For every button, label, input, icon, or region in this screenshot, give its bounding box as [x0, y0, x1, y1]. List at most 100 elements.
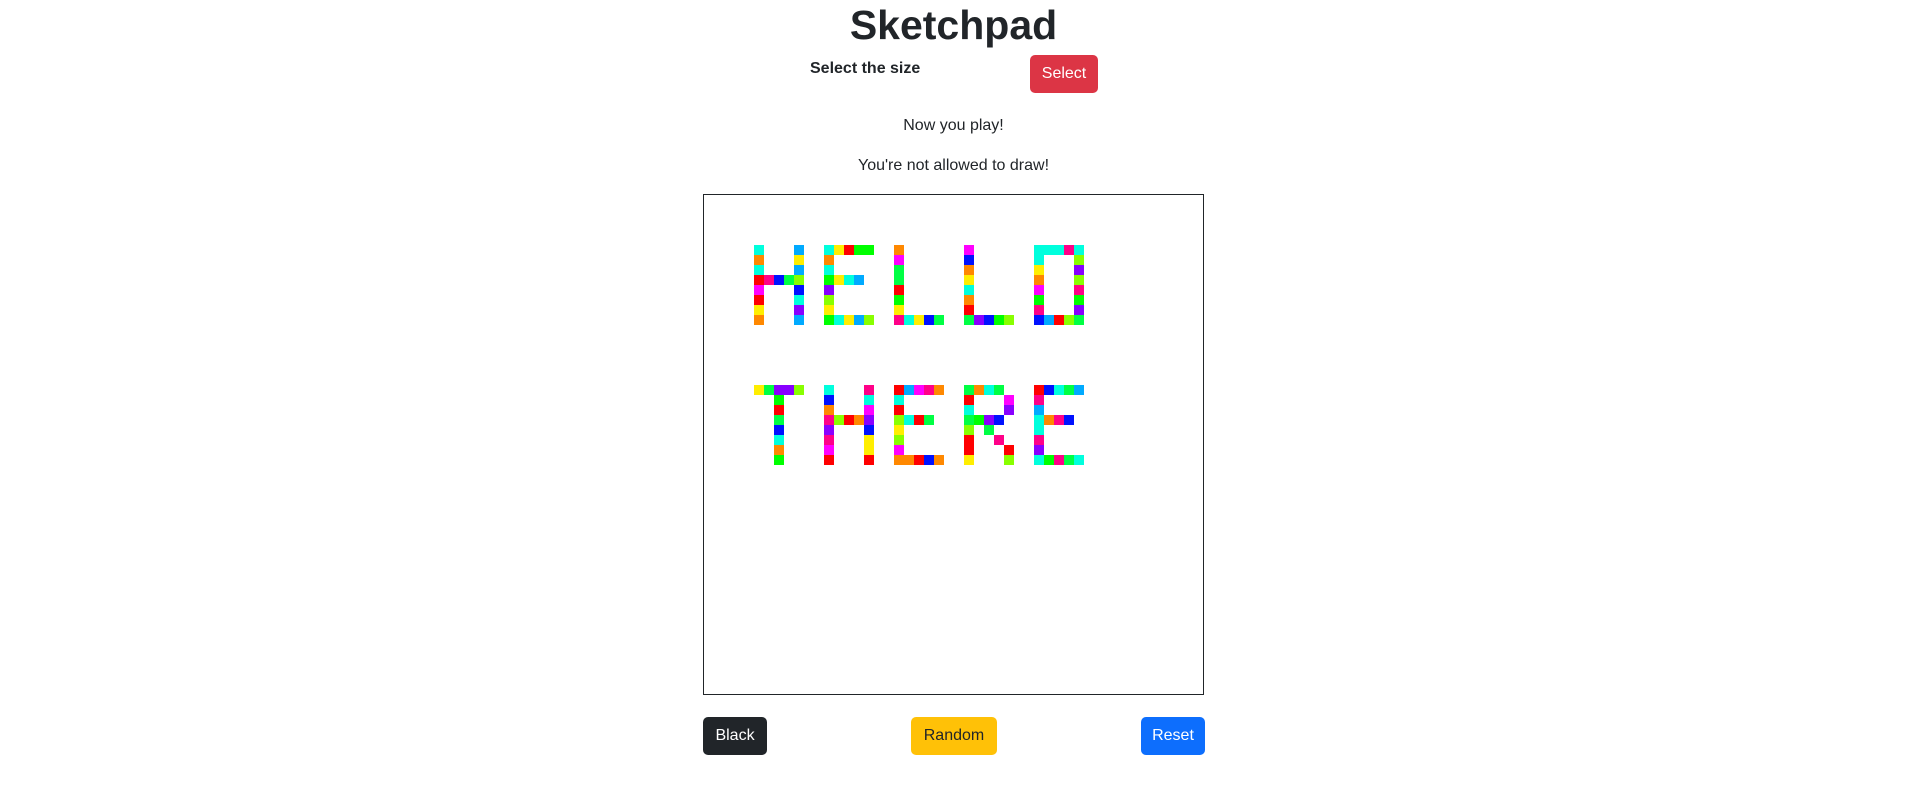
pixel-cell [824, 275, 834, 285]
pixel-cell [1034, 275, 1044, 285]
pixel-cell [794, 275, 804, 285]
pixel-cell [784, 385, 794, 395]
pixel-cell [754, 275, 764, 285]
pixel-cell [824, 405, 834, 415]
pixel-cell [1034, 295, 1044, 305]
sketchpad-page: Sketchpad Select the size Select Now you… [0, 0, 1907, 806]
pixel-cell [1074, 455, 1084, 465]
pixel-cell [1044, 385, 1054, 395]
pixel-cell [784, 275, 794, 285]
pixel-cell [824, 395, 834, 405]
pixel-cell [1054, 245, 1064, 255]
pixel-cell [1004, 405, 1014, 415]
pixel-cell [754, 265, 764, 275]
pixel-cell [1034, 395, 1044, 405]
pixel-cell [764, 275, 774, 285]
pixel-cell [1064, 415, 1074, 425]
pixel-cell [1034, 285, 1044, 295]
pixel-cell [974, 415, 984, 425]
pixel-cell [974, 385, 984, 395]
draw-message: You're not allowed to draw! [857, 157, 1050, 174]
pixel-cell [854, 415, 864, 425]
pixel-cell [964, 265, 974, 275]
size-label: Select the size [810, 60, 921, 77]
pixel-cell [1074, 385, 1084, 395]
pixel-cell [894, 245, 904, 255]
pixel-cell [824, 285, 834, 295]
pixel-cell [824, 255, 834, 265]
pixel-cell [1034, 265, 1044, 275]
pixel-cell [1064, 245, 1074, 255]
pixel-cell [894, 295, 904, 305]
pixel-cell [914, 415, 924, 425]
pixel-cell [1034, 455, 1044, 465]
pixel-cell [774, 445, 784, 455]
pixel-cell [894, 285, 904, 295]
pixel-cell [904, 415, 914, 425]
pixel-cell [864, 445, 874, 455]
pixel-cell [984, 315, 994, 325]
pixel-cell [894, 385, 904, 395]
pixel-cell [964, 295, 974, 305]
pixel-cell [834, 275, 844, 285]
pixel-cell [894, 315, 904, 325]
pixel-cell [1064, 455, 1074, 465]
pixel-cell [824, 445, 834, 455]
pixel-cell [774, 275, 784, 285]
pixel-cell [1034, 425, 1044, 435]
pixel-cell [864, 405, 874, 415]
pixel-cell [924, 415, 934, 425]
pixel-cell [1054, 455, 1064, 465]
black-mode-button[interactable]: Black [703, 717, 767, 755]
pixel-cell [964, 435, 974, 445]
pixel-cell [934, 315, 944, 325]
pixel-cell [864, 425, 874, 435]
pixel-cell [864, 315, 874, 325]
pixel-cell [754, 245, 764, 255]
pixel-cell [1034, 385, 1044, 395]
pixel-cell [774, 435, 784, 445]
pixel-cell [794, 305, 804, 315]
pixel-cell [834, 415, 844, 425]
pixel-cell [1034, 415, 1044, 425]
pixel-cell [754, 255, 764, 265]
pixel-cell [824, 315, 834, 325]
pixel-cell [984, 425, 994, 435]
pixel-cell [1034, 245, 1044, 255]
pixel-cell [824, 295, 834, 305]
pixel-cell [794, 265, 804, 275]
page-title: Sketchpad [849, 2, 1058, 48]
pixel-cell [794, 255, 804, 265]
pixel-cell [794, 295, 804, 305]
reset-button[interactable]: Reset [1141, 717, 1205, 755]
sketch-canvas[interactable] [703, 194, 1204, 695]
pixel-cell [964, 245, 974, 255]
pixel-cell [794, 385, 804, 395]
pixel-cell [794, 245, 804, 255]
pixel-cell [1054, 385, 1064, 395]
pixel-cell [894, 425, 904, 435]
pixel-cell [1074, 255, 1084, 265]
pixel-cell [1074, 285, 1084, 295]
select-size-button[interactable]: Select [1030, 55, 1098, 93]
pixel-cell [1044, 315, 1054, 325]
pixel-cell [754, 305, 764, 315]
pixel-cell [1004, 315, 1014, 325]
pixel-cell [984, 415, 994, 425]
pixel-cell [964, 255, 974, 265]
pixel-cell [1064, 385, 1074, 395]
pixel-cell [1064, 315, 1074, 325]
pixel-cell [844, 245, 854, 255]
pixel-cell [844, 415, 854, 425]
pixel-cell [894, 395, 904, 405]
pixel-cell [924, 455, 934, 465]
pixel-cell [904, 315, 914, 325]
pixel-cell [824, 415, 834, 425]
pixel-cell [974, 315, 984, 325]
pixel-cell [894, 455, 904, 465]
pixel-cell [754, 385, 764, 395]
pixel-cell [1034, 435, 1044, 445]
pixel-cell [914, 315, 924, 325]
random-mode-button[interactable]: Random [911, 717, 997, 755]
pixel-cell [1074, 315, 1084, 325]
